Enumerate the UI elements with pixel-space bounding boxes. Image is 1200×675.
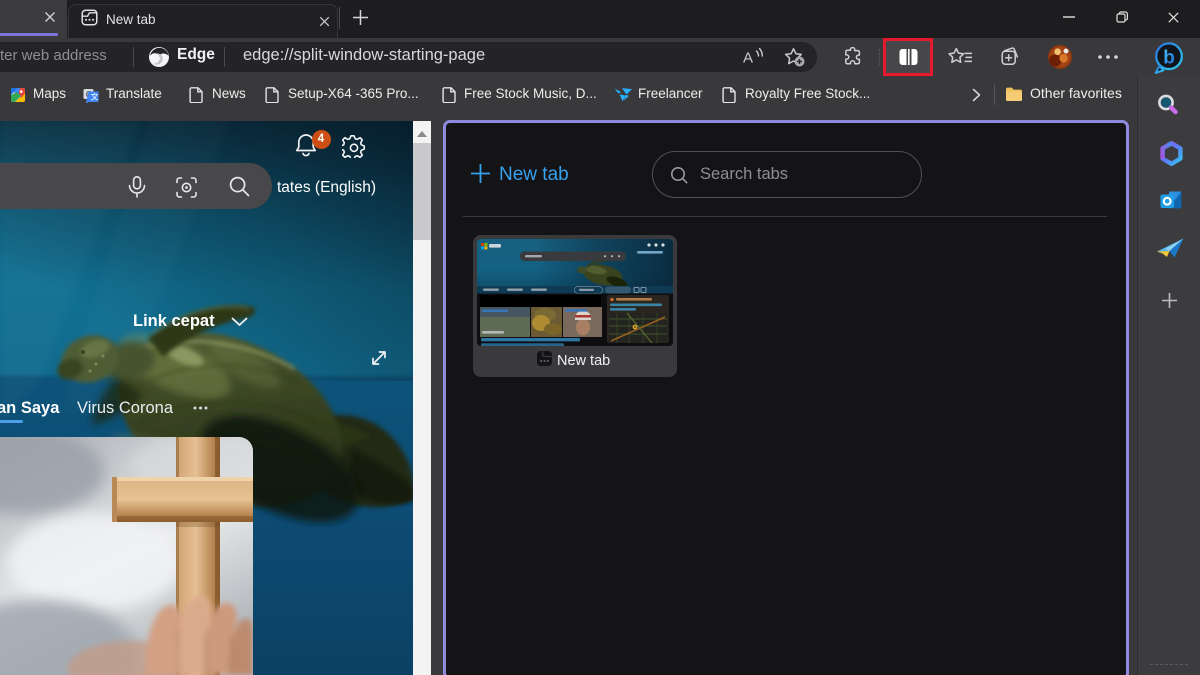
svg-text:b: b xyxy=(1163,48,1175,69)
svg-text:文: 文 xyxy=(91,92,99,102)
svg-text:A: A xyxy=(743,50,753,67)
